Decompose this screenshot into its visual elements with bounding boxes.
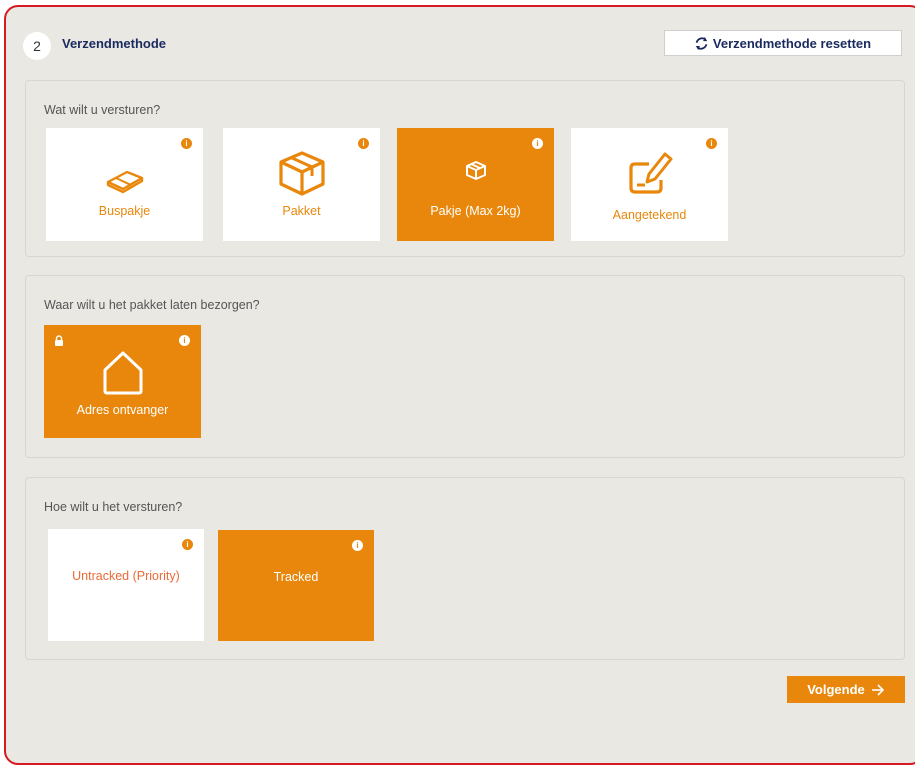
option-label: Aangetekend [612, 208, 687, 222]
option-buspakje[interactable]: i Buspakje [46, 128, 203, 241]
info-icon[interactable]: i [706, 138, 717, 149]
step-number: 2 [23, 32, 51, 60]
option-tracked[interactable]: i Tracked [218, 530, 374, 641]
option-adres-ontvanger[interactable]: i Adres ontvanger [44, 325, 201, 438]
option-label: Pakket [282, 204, 321, 218]
option-pakket[interactable]: i Pakket [223, 128, 380, 241]
signature-icon [628, 152, 672, 194]
option-label: Untracked (Priority) [72, 569, 180, 583]
option-label: Tracked [273, 570, 319, 584]
option-label: Buspakje [98, 204, 151, 218]
info-icon[interactable]: i [179, 335, 190, 346]
info-icon[interactable]: i [182, 539, 193, 550]
package-icon [278, 151, 325, 196]
delivery-location-question: Waar wilt u het pakket laten bezorgen? [44, 298, 260, 312]
info-icon[interactable]: i [352, 540, 363, 551]
option-pakje[interactable]: i Pakje (Max 2kg) [397, 128, 554, 241]
refresh-icon [695, 36, 708, 50]
what-to-send-question: Wat wilt u versturen? [44, 103, 161, 117]
delivery-location-panel: Waar wilt u het pakket laten bezorgen? i… [25, 275, 905, 458]
next-button-label: Volgende [807, 682, 865, 697]
shipping-service-question: Hoe wilt u het versturen? [44, 500, 183, 514]
next-button[interactable]: Volgende [787, 676, 905, 703]
info-icon[interactable]: i [532, 138, 543, 149]
step-title: Verzendmethode [62, 36, 167, 51]
option-untracked[interactable]: i Untracked (Priority) [48, 529, 204, 641]
option-aangetekend[interactable]: i Aangetekend [571, 128, 728, 241]
reset-shipping-method-button[interactable]: Verzendmethode resetten [664, 30, 902, 56]
option-label: Pakje (Max 2kg) [430, 204, 521, 218]
shipping-service-panel: Hoe wilt u het versturen? i Untracked (P… [25, 477, 905, 660]
what-to-send-panel: Wat wilt u versturen? i Buspakje i Pakke… [25, 80, 905, 257]
arrow-right-icon [871, 683, 884, 696]
option-label: Adres ontvanger [76, 403, 169, 417]
info-icon[interactable]: i [181, 138, 192, 149]
letterbox-package-icon [106, 170, 143, 194]
small-package-icon [465, 161, 486, 180]
house-icon [103, 351, 142, 395]
info-icon[interactable]: i [358, 138, 369, 149]
lock-icon [55, 335, 63, 346]
reset-button-label: Verzendmethode resetten [712, 35, 872, 51]
